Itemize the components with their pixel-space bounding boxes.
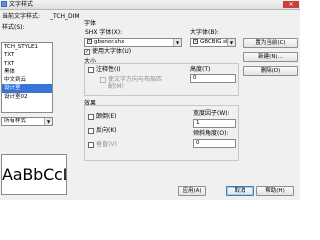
style-filter-select[interactable]: 所有样式 ▼	[1, 117, 53, 126]
width-factor-label: 宽度因子(W):	[193, 110, 230, 117]
font-icon: A	[193, 39, 198, 44]
apply-button[interactable]: 应用(A)	[178, 186, 206, 196]
app-icon	[1, 1, 7, 7]
window-title: 文字样式	[9, 1, 34, 8]
height-label: 高度(T)	[190, 66, 211, 73]
text-style-dialog: 当前文字样式: _TCH_DIM 样式(S): TCH_STYLE1 TXT T…	[0, 10, 300, 200]
match-orientation-label: 使文字方向与布局匹配(M)	[108, 76, 163, 90]
style-preview: AaBbCcD	[1, 154, 67, 195]
title-bar: 文字样式 ✕	[0, 0, 300, 10]
oblique-angle-input[interactable]: 0	[193, 139, 236, 148]
chevron-down-icon: ▼	[173, 39, 181, 46]
upside-down-checkbox[interactable]	[88, 114, 94, 120]
shx-font-select[interactable]: Agbenor.shx ▼	[84, 38, 182, 47]
style-list-item-selected[interactable]: 设计室	[2, 84, 52, 93]
delete-style-button[interactable]: 删除(D)	[243, 66, 298, 76]
set-current-button[interactable]: 置为当前(C)	[243, 38, 298, 48]
backwards-checkbox[interactable]	[88, 128, 94, 134]
current-style-label: 当前文字样式:	[2, 13, 41, 20]
style-list-item[interactable]: TXT	[2, 60, 52, 68]
cancel-button[interactable]: 取消	[226, 186, 254, 196]
current-style-value: _TCH_DIM	[50, 13, 80, 20]
height-input[interactable]: 0	[190, 74, 236, 83]
annotative-checkbox[interactable]	[88, 67, 94, 73]
width-factor-input[interactable]: 1	[193, 119, 236, 128]
styles-list[interactable]: TCH_STYLE1 TXT TXT 黑体 中文到云 设计室 设计室02	[1, 42, 53, 113]
annotative-label: 注释性(I)	[96, 66, 121, 73]
chevron-down-icon: ▼	[44, 118, 52, 125]
style-list-item[interactable]: TXT	[2, 51, 52, 59]
match-orientation-checkbox[interactable]	[100, 77, 106, 83]
use-big-font-label: 使用大字体(U)	[92, 48, 132, 55]
style-list-item[interactable]: 黑体	[2, 68, 52, 76]
help-button[interactable]: 帮助(H)	[256, 186, 294, 196]
style-list-item[interactable]: 设计室02	[2, 93, 52, 101]
shx-font-label: SHX 字体(X):	[85, 29, 123, 36]
upside-down-label: 颠倒(E)	[96, 113, 117, 120]
style-filter-value: 所有样式	[4, 118, 27, 124]
new-style-button[interactable]: 新建(N)...	[243, 52, 298, 62]
styles-label: 样式(S):	[2, 24, 25, 31]
oblique-angle-label: 倾斜角度(O):	[193, 130, 229, 137]
style-list-item[interactable]: 中文到云	[2, 76, 52, 84]
vertical-label: 垂直(V)	[96, 141, 117, 148]
backwards-label: 反向(K)	[96, 127, 117, 134]
style-list-item[interactable]: TCH_STYLE1	[2, 43, 52, 51]
big-font-label: 大字体(B):	[190, 29, 219, 36]
font-icon: A	[87, 39, 92, 44]
vertical-checkbox[interactable]	[88, 142, 94, 148]
chevron-down-icon: ▼	[227, 39, 235, 46]
big-font-select[interactable]: A GBCBIG.shx ▼	[190, 38, 236, 47]
use-big-font-checkbox[interactable]: ✓	[84, 49, 90, 55]
font-group-label: 字体	[84, 20, 97, 27]
close-button[interactable]: ✕	[283, 1, 299, 8]
shx-font-value: gbenor.shx	[94, 39, 125, 45]
